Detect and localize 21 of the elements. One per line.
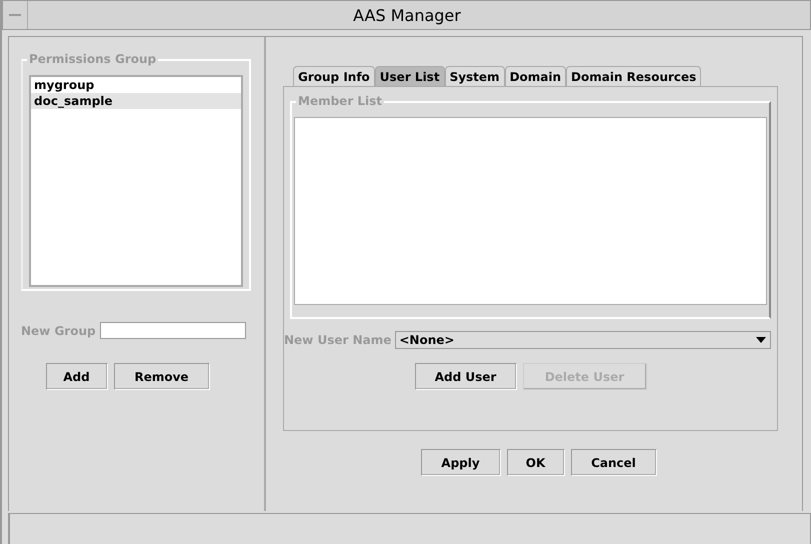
group-button[interactable]: Remove — [114, 363, 210, 390]
user-button[interactable]: Add User — [414, 363, 516, 390]
group-title: Permissions Group — [27, 52, 158, 66]
group-button[interactable]: Add — [46, 363, 108, 390]
tab[interactable]: System — [444, 66, 505, 86]
window-title: AAS Manager — [352, 6, 462, 24]
user-dropdown[interactable]: <None> — [395, 331, 771, 349]
input-field[interactable] — [100, 322, 246, 339]
group-title: Member List — [296, 94, 384, 108]
tab[interactable]: Domain Resources — [566, 66, 702, 86]
tab[interactable]: Domain — [504, 66, 566, 86]
list-item[interactable]: doc_sample — [31, 93, 241, 109]
caret-icon — [755, 336, 767, 344]
dialog-button[interactable]: Apply — [420, 449, 500, 476]
field-label: New Group — [21, 324, 96, 338]
field-label: New User Name — [284, 333, 392, 347]
tab[interactable]: Group Info — [293, 66, 375, 86]
dialog-button[interactable]: Cancel — [570, 449, 656, 476]
list-item[interactable]: mygroup — [31, 77, 241, 93]
tab[interactable]: User List — [374, 66, 445, 86]
dialog-button[interactable]: OK — [506, 449, 564, 476]
